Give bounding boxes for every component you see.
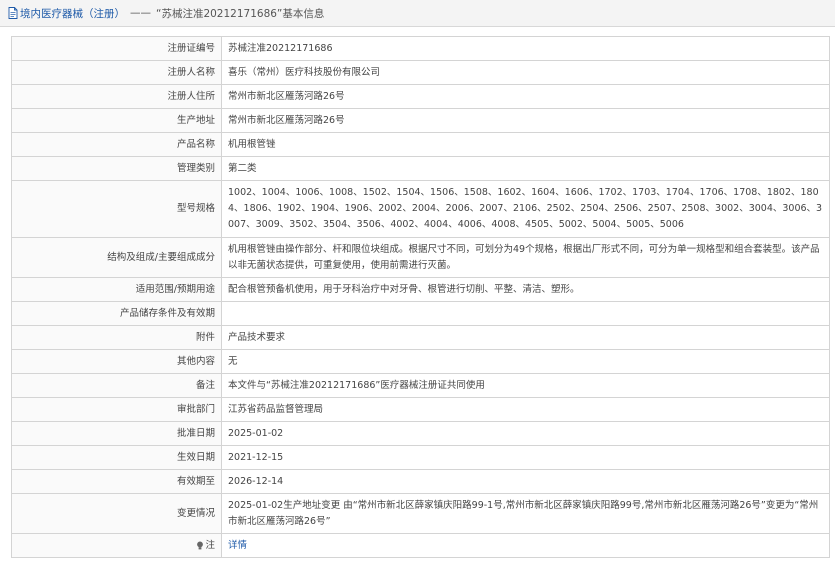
row-value: 常州市新北区雁荡河路26号 bbox=[221, 108, 830, 133]
row-label: 产品储存条件及有效期 bbox=[11, 301, 222, 326]
row-value: 常州市新北区雁荡河路26号 bbox=[221, 84, 830, 109]
detail-link[interactable]: 详情 bbox=[228, 540, 247, 551]
row-value: 江苏省药品监督管理局 bbox=[221, 397, 830, 422]
table-row: 结构及组成/主要组成成分 机用根管锉由操作部分、杆和限位块组成。根据尺寸不同，可… bbox=[11, 237, 830, 278]
note-label-text: 注 bbox=[205, 539, 215, 551]
table-row: 附件 产品技术要求 bbox=[11, 325, 830, 350]
table-row: 备注 本文件与“苏械注准20212171686”医疗器械注册证共同使用 bbox=[11, 373, 830, 398]
row-label: 审批部门 bbox=[11, 397, 222, 422]
row-value: 无 bbox=[221, 349, 830, 374]
table-row: 注册证编号 苏械注准20212171686 bbox=[11, 36, 830, 61]
table-row: 适用范围/预期用途 配合根管预备机使用，用于牙科治疗中对牙骨、根管进行切削、平整… bbox=[11, 277, 830, 302]
table-row: 生产地址 常州市新北区雁荡河路26号 bbox=[11, 108, 830, 133]
row-label: 管理类别 bbox=[11, 156, 222, 181]
table-row: 有效期至 2026-12-14 bbox=[11, 469, 830, 494]
row-label: 型号规格 bbox=[11, 180, 222, 238]
page-header: 境内医疗器械（注册） —— “苏械注准20212171686”基本信息 bbox=[0, 0, 835, 27]
row-label: 附件 bbox=[11, 325, 222, 350]
row-value: 2025-01-02 bbox=[221, 421, 830, 446]
table-row: 审批部门 江苏省药品监督管理局 bbox=[11, 397, 830, 422]
row-value bbox=[221, 301, 830, 326]
note-label: 注 bbox=[11, 533, 222, 558]
table-row: 管理类别 第二类 bbox=[11, 156, 830, 181]
row-value: 苏械注准20212171686 bbox=[221, 36, 830, 61]
table-row: 注册人名称 喜乐（常州）医疗科技股份有限公司 bbox=[11, 60, 830, 85]
page-title[interactable]: 境内医疗器械（注册） bbox=[20, 6, 125, 21]
document-icon bbox=[8, 7, 18, 19]
row-label: 生产地址 bbox=[11, 108, 222, 133]
row-label: 生效日期 bbox=[11, 445, 222, 470]
table-row: 其他内容 无 bbox=[11, 349, 830, 374]
row-value: 机用根管锉 bbox=[221, 132, 830, 157]
row-label: 有效期至 bbox=[11, 469, 222, 494]
table-row: 产品储存条件及有效期 bbox=[11, 301, 830, 326]
row-value: 机用根管锉由操作部分、杆和限位块组成。根据尺寸不同，可划分为49个规格，根据出厂… bbox=[221, 237, 830, 278]
row-value: 喜乐（常州）医疗科技股份有限公司 bbox=[221, 60, 830, 85]
row-label: 产品名称 bbox=[11, 132, 222, 157]
row-label: 注册人住所 bbox=[11, 84, 222, 109]
table-row: 批准日期 2025-01-02 bbox=[11, 421, 830, 446]
row-value: 1002、1004、1006、1008、1502、1504、1506、1508、… bbox=[221, 180, 830, 238]
note-value: 详情 bbox=[221, 533, 830, 558]
row-value: 本文件与“苏械注准20212171686”医疗器械注册证共同使用 bbox=[221, 373, 830, 398]
info-table: 注册证编号 苏械注准20212171686 注册人名称 喜乐（常州）医疗科技股份… bbox=[11, 36, 830, 558]
table-row: 产品名称 机用根管锉 bbox=[11, 132, 830, 157]
row-value: 第二类 bbox=[221, 156, 830, 181]
row-label: 适用范围/预期用途 bbox=[11, 277, 222, 302]
table-row: 变更情况 2025-01-02生产地址变更 由“常州市新北区薛家镇庆阳路99-1… bbox=[11, 493, 830, 534]
row-label: 批准日期 bbox=[11, 421, 222, 446]
row-value: 2025-01-02生产地址变更 由“常州市新北区薛家镇庆阳路99-1号,常州市… bbox=[221, 493, 830, 534]
breadcrumb-current: “苏械注准20212171686”基本信息 bbox=[156, 7, 325, 20]
table-row: 注 详情 bbox=[11, 533, 830, 558]
row-label: 备注 bbox=[11, 373, 222, 398]
row-value: 配合根管预备机使用，用于牙科治疗中对牙骨、根管进行切削、平整、清洁、塑形。 bbox=[221, 277, 830, 302]
table-row: 注册人住所 常州市新北区雁荡河路26号 bbox=[11, 84, 830, 109]
row-label: 变更情况 bbox=[11, 493, 222, 534]
table-row: 生效日期 2021-12-15 bbox=[11, 445, 830, 470]
row-label: 注册证编号 bbox=[11, 36, 222, 61]
lightbulb-icon bbox=[197, 541, 204, 549]
row-value: 2026-12-14 bbox=[221, 469, 830, 494]
breadcrumb-separator: —— bbox=[130, 7, 151, 19]
row-label: 结构及组成/主要组成成分 bbox=[11, 237, 222, 278]
table-row: 型号规格 1002、1004、1006、1008、1502、1504、1506、… bbox=[11, 180, 830, 238]
row-label: 其他内容 bbox=[11, 349, 222, 374]
row-value: 产品技术要求 bbox=[221, 325, 830, 350]
row-label: 注册人名称 bbox=[11, 60, 222, 85]
row-value: 2021-12-15 bbox=[221, 445, 830, 470]
